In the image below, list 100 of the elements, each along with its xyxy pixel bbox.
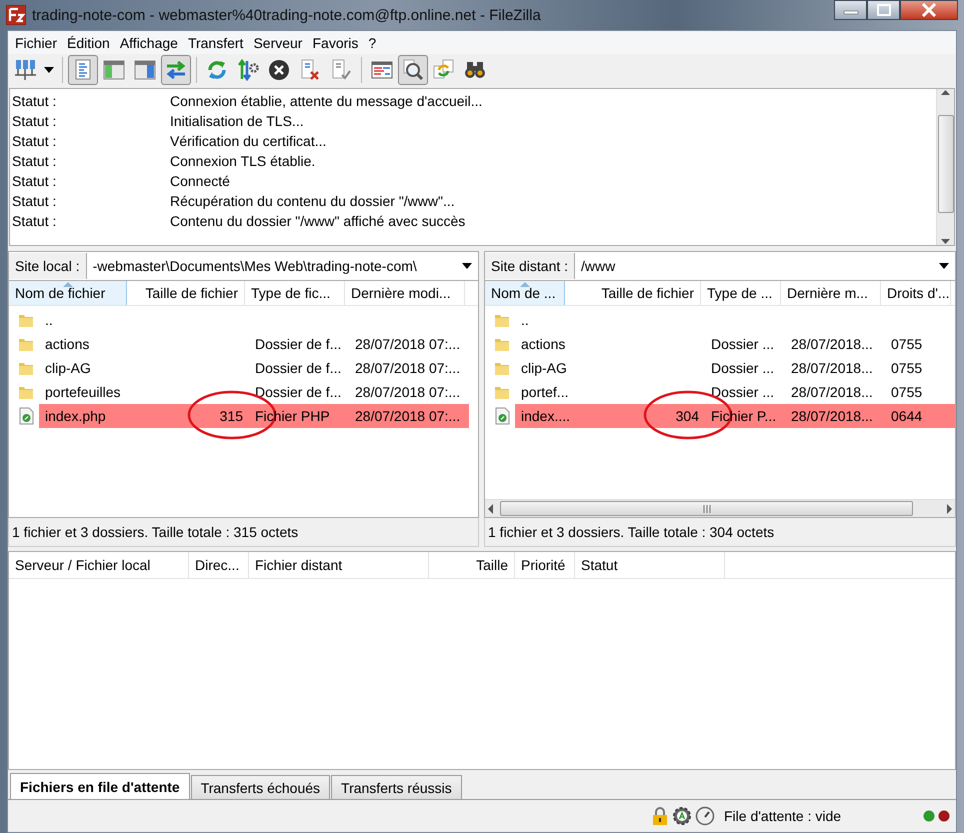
- scroll-down-icon: [941, 239, 950, 245]
- table-cell-text: 28/07/2018...: [790, 335, 874, 354]
- php-file-icon: [494, 407, 510, 425]
- log-label: Statut :: [11, 213, 58, 229]
- file-row[interactable]: actions Dossier de f... 28/07/2018 07:...: [9, 332, 478, 356]
- column-header[interactable]: Statut: [575, 552, 725, 578]
- table-cell-text: 0644: [890, 407, 924, 426]
- magnifier-icon: [401, 58, 425, 82]
- table-cell-text: 28/07/2018 07:...: [354, 407, 462, 426]
- queue-status: File d'attente : vide: [724, 808, 842, 824]
- caret-icon: [44, 67, 54, 73]
- column-header[interactable]: Fichier distant: [249, 552, 429, 578]
- tab[interactable]: Transferts échoués: [190, 775, 330, 799]
- log-message: Connexion établie, attente du message d'accueil...: [170, 93, 482, 109]
- column-header[interactable]: Priorité: [515, 552, 575, 578]
- log-label: Statut :: [11, 93, 58, 109]
- scrollbar[interactable]: [936, 89, 954, 245]
- file-row[interactable]: ..: [485, 308, 955, 332]
- log-label: Statut :: [11, 153, 58, 169]
- file-name[interactable]: ..: [39, 308, 131, 332]
- folder-icon: [494, 360, 510, 376]
- arrows-icon: [164, 58, 188, 82]
- menu-item[interactable]: ?: [363, 34, 382, 50]
- folder-icon: [18, 384, 34, 400]
- padlock-icon: [651, 806, 669, 826]
- table-cell-text: Dossier ...: [710, 359, 776, 378]
- file-name[interactable]: portefeuilles: [39, 380, 131, 404]
- file-name[interactable]: ..: [515, 308, 569, 332]
- menu-item[interactable]: Transfert: [182, 34, 248, 50]
- close-button[interactable]: [900, 0, 958, 20]
- table-cell-text: 28/07/2018 07:...: [354, 359, 462, 378]
- toolbar-button[interactable]: [398, 55, 428, 85]
- table-cell: 315: [131, 404, 249, 428]
- minimize-button[interactable]: [834, 0, 867, 20]
- folder-icon: [18, 336, 34, 352]
- folder-icon: [494, 336, 510, 352]
- table-cell-text: 0755: [890, 359, 924, 378]
- file-row[interactable]: portefeuilles Dossier de f... 28/07/2018 07:...: [9, 380, 478, 404]
- table-cell: 304: [569, 404, 705, 428]
- scrollbar[interactable]: [485, 499, 955, 517]
- file-row[interactable]: portef... Dossier ... 28/07/2018... 0755: [485, 380, 955, 404]
- table-cell-text: Dossier de f...: [254, 383, 342, 402]
- file-row[interactable]: actions Dossier ... 28/07/2018... 0755: [485, 332, 955, 356]
- menu-item[interactable]: Fichier: [10, 34, 62, 50]
- log-label: Statut :: [11, 113, 58, 129]
- column-header[interactable]: Taille: [429, 552, 515, 578]
- maximize-button[interactable]: [867, 0, 900, 20]
- cancel-icon: [267, 58, 291, 82]
- sort-arrow-icon: [62, 281, 74, 287]
- file-row[interactable]: clip-AG Dossier de f... 28/07/2018 07:...: [9, 356, 478, 380]
- menu-item[interactable]: Favoris: [307, 34, 364, 50]
- tab[interactable]: Transferts réussis: [331, 775, 462, 799]
- table-cell-text: Dossier ...: [710, 383, 776, 402]
- table-cell-text: 0755: [890, 335, 924, 354]
- column-header[interactable]: Nom de ...: [485, 281, 565, 305]
- table-cell-text: 28/07/2018...: [790, 359, 874, 378]
- table-cell-text: 0755: [890, 383, 924, 402]
- sort-arrow-icon: [518, 281, 530, 287]
- log-message: Contenu du dossier "/www" affiché avec succès: [170, 213, 466, 229]
- window-icon: [102, 58, 126, 82]
- table-cell-text: 28/07/2018 07:...: [354, 335, 462, 354]
- log-message: Vérification du certificat...: [170, 133, 326, 149]
- window-icon: [133, 58, 157, 82]
- log-message: Connexion TLS établie.: [170, 153, 316, 169]
- folder-icon: [494, 312, 510, 328]
- log-message: Récupération du contenu du dossier "/www"...: [170, 193, 455, 209]
- folder-icon: [18, 312, 34, 328]
- file-name[interactable]: index.php: [39, 404, 131, 428]
- file-name[interactable]: clip-AG: [515, 356, 569, 380]
- servers-icon: [13, 58, 37, 82]
- file-name[interactable]: portef...: [515, 380, 569, 404]
- file-name[interactable]: actions: [39, 332, 131, 356]
- gear-icon: [672, 806, 692, 826]
- log-label: Statut :: [11, 173, 58, 189]
- column-header[interactable]: Nom de fichier: [9, 281, 127, 305]
- file-row[interactable]: ..: [9, 308, 478, 332]
- tab[interactable]: Fichiers en file d'attente: [10, 773, 190, 799]
- log-message: Initialisation de TLS...: [170, 113, 304, 129]
- file-name[interactable]: actions: [515, 332, 569, 356]
- summary-text: 1 fichier et 3 dossiers. Taille totale : 315 octets: [8, 518, 479, 547]
- log-label: Statut :: [11, 193, 58, 209]
- grip-icon: [702, 504, 710, 512]
- file-row[interactable]: clip-AG Dossier ... 28/07/2018... 0755: [485, 356, 955, 380]
- menu-item[interactable]: Affichage: [114, 34, 183, 50]
- file-name[interactable]: clip-AG: [39, 356, 131, 380]
- table-cell-text: 28/07/2018...: [790, 383, 874, 402]
- summary-text: 1 fichier et 3 dossiers. Taille totale : 304 octets: [484, 518, 956, 547]
- scroll-up-icon: [941, 89, 950, 95]
- file-name[interactable]: index....: [515, 404, 569, 428]
- maximize-icon: [876, 4, 890, 16]
- table-cell-text: 28/07/2018 07:...: [354, 383, 462, 402]
- column-header[interactable]: Direc...: [189, 552, 249, 578]
- gauge-icon: [695, 806, 715, 826]
- menu-item[interactable]: Édition: [62, 34, 115, 50]
- updown-gear-icon: [236, 58, 260, 82]
- table-cell-text: Dossier de f...: [254, 359, 342, 378]
- table-cell-text: Fichier P...: [710, 407, 778, 426]
- column-header[interactable]: Serveur / Fichier local: [9, 552, 189, 578]
- close-icon: [921, 3, 937, 17]
- menu-item[interactable]: Serveur: [248, 34, 308, 50]
